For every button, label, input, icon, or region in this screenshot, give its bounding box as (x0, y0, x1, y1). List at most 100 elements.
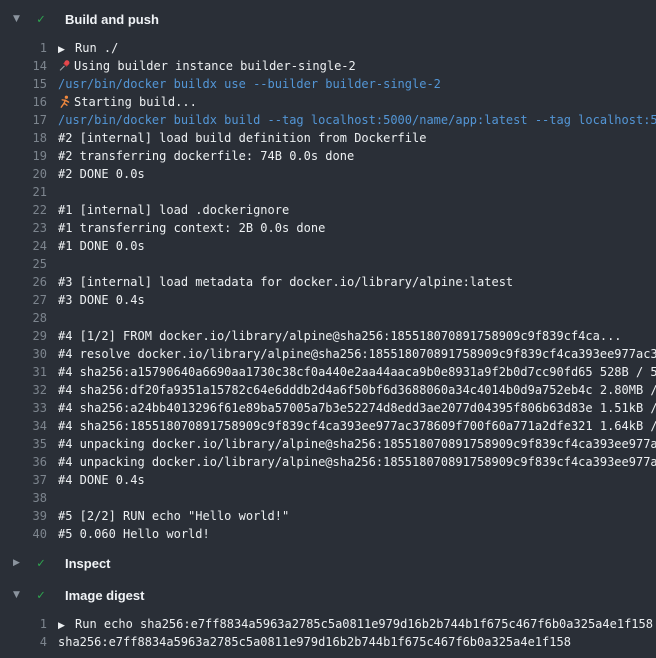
expand-arrow-icon[interactable]: ▶ (58, 617, 75, 633)
log-text: ▶Run echo sha256:e7ff8834a5963a2785c5a08… (58, 615, 653, 633)
log-text: #4 unpacking docker.io/library/alpine@sh… (58, 453, 656, 471)
check-icon: ✓ (37, 588, 53, 603)
line-number[interactable]: 25 (0, 255, 47, 273)
log-text: #4 sha256:185518070891758909c9f839cf4ca3… (58, 417, 656, 435)
log-text: #4 sha256:df20fa9351a15782c64e6dddb2d4a6… (58, 381, 656, 399)
line-number[interactable]: 40 (0, 525, 47, 543)
check-icon: ✓ (37, 556, 53, 571)
section-header-inspect[interactable]: ▶ ✓ Inspect (0, 550, 656, 576)
log-text: #1 DONE 0.0s (58, 237, 145, 255)
log-line: 24 #1 DONE 0.0s (0, 237, 656, 255)
log-lines: 1 ▶Run echo sha256:e7ff8834a5963a2785c5a0… (0, 608, 656, 658)
line-number[interactable]: 34 (0, 417, 47, 435)
log-text: Starting build... (58, 93, 197, 111)
line-number[interactable]: 31 (0, 363, 47, 381)
line-number[interactable]: 29 (0, 327, 47, 345)
log-line: 25 (0, 255, 656, 273)
line-number[interactable]: 22 (0, 201, 47, 219)
log-line: 37 #4 DONE 0.4s (0, 471, 656, 489)
section-title: Image digest (65, 588, 144, 603)
line-number[interactable]: 23 (0, 219, 47, 237)
log-line: 28 (0, 309, 656, 327)
log-line: 36 #4 unpacking docker.io/library/alpine@… (0, 453, 656, 471)
log-text: #4 resolve docker.io/library/alpine@sha2… (58, 345, 656, 363)
log-line: 31 #4 sha256:a15790640a6690aa1730c38cf0a4… (0, 363, 656, 381)
line-number[interactable]: 35 (0, 435, 47, 453)
line-number[interactable]: 24 (0, 237, 47, 255)
check-icon: ✓ (37, 12, 53, 27)
line-number[interactable]: 32 (0, 381, 47, 399)
log-line: 30 #4 resolve docker.io/library/alpine@sh… (0, 345, 656, 363)
chevron-down-icon[interactable]: ▼ (13, 14, 27, 24)
section-inspect: ▶ ✓ Inspect (0, 550, 656, 576)
log-line: 35 #4 unpacking docker.io/library/alpine@… (0, 435, 656, 453)
line-number[interactable]: 15 (0, 75, 47, 93)
line-number[interactable]: 16 (0, 93, 47, 111)
pushpin-icon (58, 57, 74, 75)
line-number[interactable]: 30 (0, 345, 47, 363)
log-text: #1 transferring context: 2B 0.0s done (58, 219, 325, 237)
log-text: #4 sha256:a24bb4013296f61e89ba57005a7b3e… (58, 399, 656, 417)
line-number[interactable]: 37 (0, 471, 47, 489)
line-number[interactable]: 1 (0, 39, 47, 57)
log-text: #1 [internal] load .dockerignore (58, 201, 289, 219)
line-number[interactable]: 1 (0, 615, 47, 633)
line-number[interactable]: 21 (0, 183, 47, 201)
log-line: 29 #4 [1/2] FROM docker.io/library/alpine… (0, 327, 656, 345)
log-line: 4 sha256:e7ff8834a5963a2785c5a0811e979d16… (0, 633, 656, 651)
section-image-digest: ▼ ✓ Image digest 1 ▶Run echo sha256:e7ff8… (0, 582, 656, 658)
log-line: 23 #1 transferring context: 2B 0.0s done (0, 219, 656, 237)
log-text: #3 DONE 0.4s (58, 291, 145, 309)
chevron-right-icon[interactable]: ▶ (13, 558, 27, 568)
line-number[interactable]: 19 (0, 147, 47, 165)
log-line: 34 #4 sha256:185518070891758909c9f839cf4c… (0, 417, 656, 435)
log-text: #4 unpacking docker.io/library/alpine@sh… (58, 435, 656, 453)
line-number[interactable]: 14 (0, 57, 47, 75)
expand-arrow-icon[interactable]: ▶ (58, 41, 75, 57)
log-text: #4 DONE 0.4s (58, 471, 145, 489)
line-number[interactable]: 4 (0, 633, 47, 651)
log-line: 21 (0, 183, 656, 201)
log-line: 26 #3 [internal] load metadata for docker… (0, 273, 656, 291)
line-number[interactable]: 27 (0, 291, 47, 309)
log-text: sha256:e7ff8834a5963a2785c5a0811e979d16b… (58, 633, 571, 651)
section-title: Inspect (65, 556, 111, 571)
line-number[interactable]: 36 (0, 453, 47, 471)
section-title: Build and push (65, 12, 159, 27)
log-line: 18 #2 [internal] load build definition fr… (0, 129, 656, 147)
log-line: 16 Starting build... (0, 93, 656, 111)
log-text: /usr/bin/docker buildx use --builder bui… (58, 75, 441, 93)
log-line: 20 #2 DONE 0.0s (0, 165, 656, 183)
log-line: 14 Using builder instance builder-single-… (0, 57, 656, 75)
line-number[interactable]: 33 (0, 399, 47, 417)
log-text: #5 0.060 Hello world! (58, 525, 210, 543)
section-header-image-digest[interactable]: ▼ ✓ Image digest (0, 582, 656, 608)
log-text: Using builder instance builder-single-2 (58, 57, 356, 75)
line-number[interactable]: 18 (0, 129, 47, 147)
line-number[interactable]: 28 (0, 309, 47, 327)
line-number[interactable]: 38 (0, 489, 47, 507)
log-text: #4 [1/2] FROM docker.io/library/alpine@s… (58, 327, 622, 345)
line-number[interactable]: 17 (0, 111, 47, 129)
log-text: /usr/bin/docker buildx build --tag local… (58, 111, 656, 129)
log-line: 27 #3 DONE 0.4s (0, 291, 656, 309)
log-line: 1 ▶Run echo sha256:e7ff8834a5963a2785c5a0… (0, 615, 656, 633)
log-line: 32 #4 sha256:df20fa9351a15782c64e6dddb2d4… (0, 381, 656, 399)
line-number[interactable]: 20 (0, 165, 47, 183)
log-text: #2 DONE 0.0s (58, 165, 145, 183)
log-text: #3 [internal] load metadata for docker.i… (58, 273, 513, 291)
log-text: #5 [2/2] RUN echo "Hello world!" (58, 507, 289, 525)
line-number[interactable]: 26 (0, 273, 47, 291)
runner-icon (58, 93, 74, 111)
log-text: #2 transferring dockerfile: 74B 0.0s don… (58, 147, 354, 165)
log-text: #4 sha256:a15790640a6690aa1730c38cf0a440… (58, 363, 656, 381)
log-line: 22 #1 [internal] load .dockerignore (0, 201, 656, 219)
log-line: 17/usr/bin/docker buildx build --tag loc… (0, 111, 656, 129)
section-header-build-and-push[interactable]: ▼ ✓ Build and push (0, 6, 656, 32)
line-number[interactable]: 39 (0, 507, 47, 525)
chevron-down-icon[interactable]: ▼ (13, 590, 27, 600)
log-text: #2 [internal] load build definition from… (58, 129, 426, 147)
log-line: 19 #2 transferring dockerfile: 74B 0.0s d… (0, 147, 656, 165)
log-line: 33 #4 sha256:a24bb4013296f61e89ba57005a7b… (0, 399, 656, 417)
section-build-and-push: ▼ ✓ Build and push 1▶Run ./14Using build… (0, 6, 656, 550)
